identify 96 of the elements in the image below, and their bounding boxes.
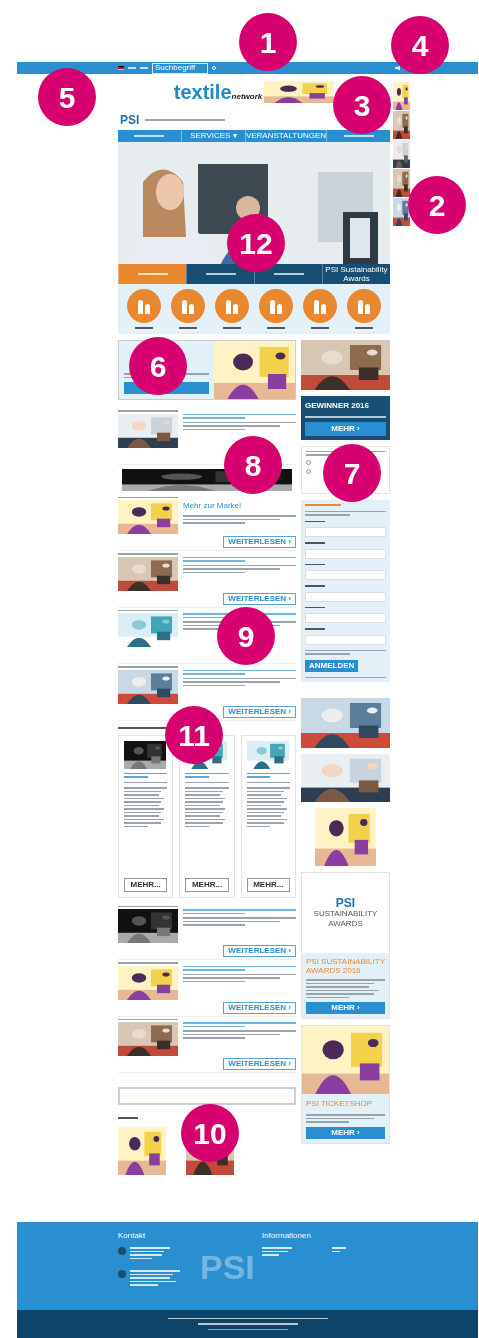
text-lines-drawing — [118, 496, 178, 498]
text-lines-drawing — [305, 520, 325, 522]
logo-text: SUSTAINABILITY — [313, 909, 378, 919]
text-lines-drawing — [185, 787, 229, 827]
section-heading-drawing — [305, 503, 341, 506]
logo-subtext: network — [231, 93, 263, 101]
read-more-button[interactable]: WEITERLESEN › — [223, 1001, 296, 1014]
input-field[interactable] — [118, 1087, 296, 1105]
number-callout-tooltip: 11 — [165, 706, 223, 764]
brand-logo: PSI — [120, 114, 140, 126]
text-lines-drawing — [118, 410, 178, 412]
text-lines-drawing — [124, 781, 168, 783]
card-title: GEWINNER 2016 — [305, 400, 371, 412]
text-lines-drawing — [355, 327, 373, 329]
logo-text: PSI — [335, 897, 356, 909]
text-lines-drawing — [262, 1247, 292, 1256]
more-button[interactable]: MEHR... — [246, 877, 290, 892]
number-callout-tooltip: 2 — [408, 176, 466, 234]
text-lines-drawing — [305, 585, 325, 587]
text-lines-drawing — [118, 905, 178, 907]
more-button[interactable]: MEHR › — [306, 1002, 385, 1014]
person-icon[interactable] — [347, 289, 381, 324]
slider-tab[interactable] — [118, 264, 186, 284]
watermark-text: PSI — [200, 1250, 255, 1284]
read-more-button[interactable]: WEITERLESEN › — [223, 705, 296, 718]
text-lines-drawing — [118, 1018, 178, 1020]
read-more-button[interactable]: WEITERLESEN › — [223, 536, 296, 548]
number-callout-tooltip: 9 — [217, 607, 275, 665]
nav-item[interactable]: SERVICES ▾ — [190, 130, 237, 142]
submit-button[interactable]: ANMELDEN — [305, 659, 359, 672]
input-field[interactable] — [305, 591, 386, 602]
text-lines-drawing — [305, 563, 325, 565]
text-lines-drawing — [246, 772, 290, 778]
number-callout-tooltip: 10 — [181, 1104, 239, 1162]
input-field[interactable] — [305, 548, 386, 559]
input-field[interactable] — [305, 634, 386, 645]
input-field[interactable] — [305, 613, 386, 623]
text-lines-drawing — [223, 327, 241, 329]
logo-text: textile — [173, 82, 232, 102]
speaker-icon[interactable] — [395, 65, 400, 71]
text-lines-drawing — [118, 553, 178, 555]
text-lines-drawing — [305, 542, 325, 544]
card-title: PSI TICKETSHOP — [306, 1098, 374, 1110]
person-icon[interactable] — [127, 289, 161, 324]
radio-button[interactable] — [306, 459, 311, 465]
text-lines-drawing — [130, 1270, 180, 1286]
text-lines-drawing — [179, 327, 197, 329]
read-more-button[interactable]: WEITERLESEN › — [223, 945, 296, 957]
footer-heading: Kontakt — [118, 1230, 147, 1242]
number-callout-tooltip: 3 — [333, 76, 391, 134]
card-title: PSI SUSTAINABILITY AWARDS 2016 — [306, 957, 385, 975]
more-button[interactable]: MEHR › — [306, 1126, 385, 1139]
more-button[interactable]: MEHR... — [185, 877, 229, 892]
text-lines-drawing — [311, 327, 329, 329]
person-icon[interactable] — [303, 289, 337, 324]
footer-links-drawing[interactable] — [167, 1317, 328, 1320]
flag-icon[interactable] — [118, 66, 124, 70]
text-lines-drawing — [118, 609, 178, 611]
text-lines-drawing — [118, 666, 178, 668]
number-callout-tooltip: 4 — [391, 16, 449, 74]
search-field[interactable]: Suchbegriff — [152, 62, 208, 74]
number-callout-tooltip: 5 — [38, 68, 96, 126]
phone-icon — [118, 1247, 126, 1255]
text-lines-drawing — [130, 1247, 170, 1259]
nav-item[interactable]: VERANSTALTUNGEN — [245, 130, 327, 142]
slider-tab[interactable] — [254, 264, 322, 284]
input-field[interactable] — [305, 527, 386, 537]
text-lines-drawing — [267, 327, 285, 329]
input-field[interactable] — [305, 570, 386, 580]
text-lines-drawing — [135, 327, 153, 329]
person-icon[interactable] — [171, 289, 205, 324]
text-lines-drawing — [305, 628, 325, 630]
text-lines-drawing — [124, 772, 168, 778]
slider-tab[interactable] — [186, 264, 254, 284]
more-button[interactable]: MEHR › — [305, 421, 386, 436]
text-lines-drawing — [305, 606, 325, 608]
footer-heading: Informationen — [262, 1230, 312, 1242]
logo-text: AWARDS — [328, 919, 363, 929]
text-lines-drawing — [246, 781, 290, 783]
person-icon[interactable] — [259, 289, 293, 324]
article-title[interactable]: Mehr zur Marke! — [183, 500, 296, 512]
read-more-button[interactable]: WEITERLESEN › — [223, 592, 296, 605]
more-button[interactable]: MEHR... — [124, 877, 168, 892]
mail-icon — [118, 1270, 126, 1278]
text-lines-drawing — [118, 962, 178, 964]
slider-tab[interactable]: PSI Sustainability Awards — [322, 264, 390, 284]
text-lines-drawing — [124, 787, 168, 827]
text-lines-drawing — [185, 781, 229, 783]
read-more-button[interactable]: WEITERLESEN › — [223, 1058, 296, 1070]
number-callout-tooltip: 8 — [224, 436, 282, 494]
person-icon[interactable] — [215, 289, 249, 324]
text-lines-drawing — [185, 772, 229, 778]
number-callout-tooltip: 1 — [239, 13, 297, 71]
number-callout-tooltip: 7 — [323, 444, 381, 502]
text-lines-drawing — [246, 787, 290, 827]
radio-button[interactable] — [306, 468, 311, 474]
